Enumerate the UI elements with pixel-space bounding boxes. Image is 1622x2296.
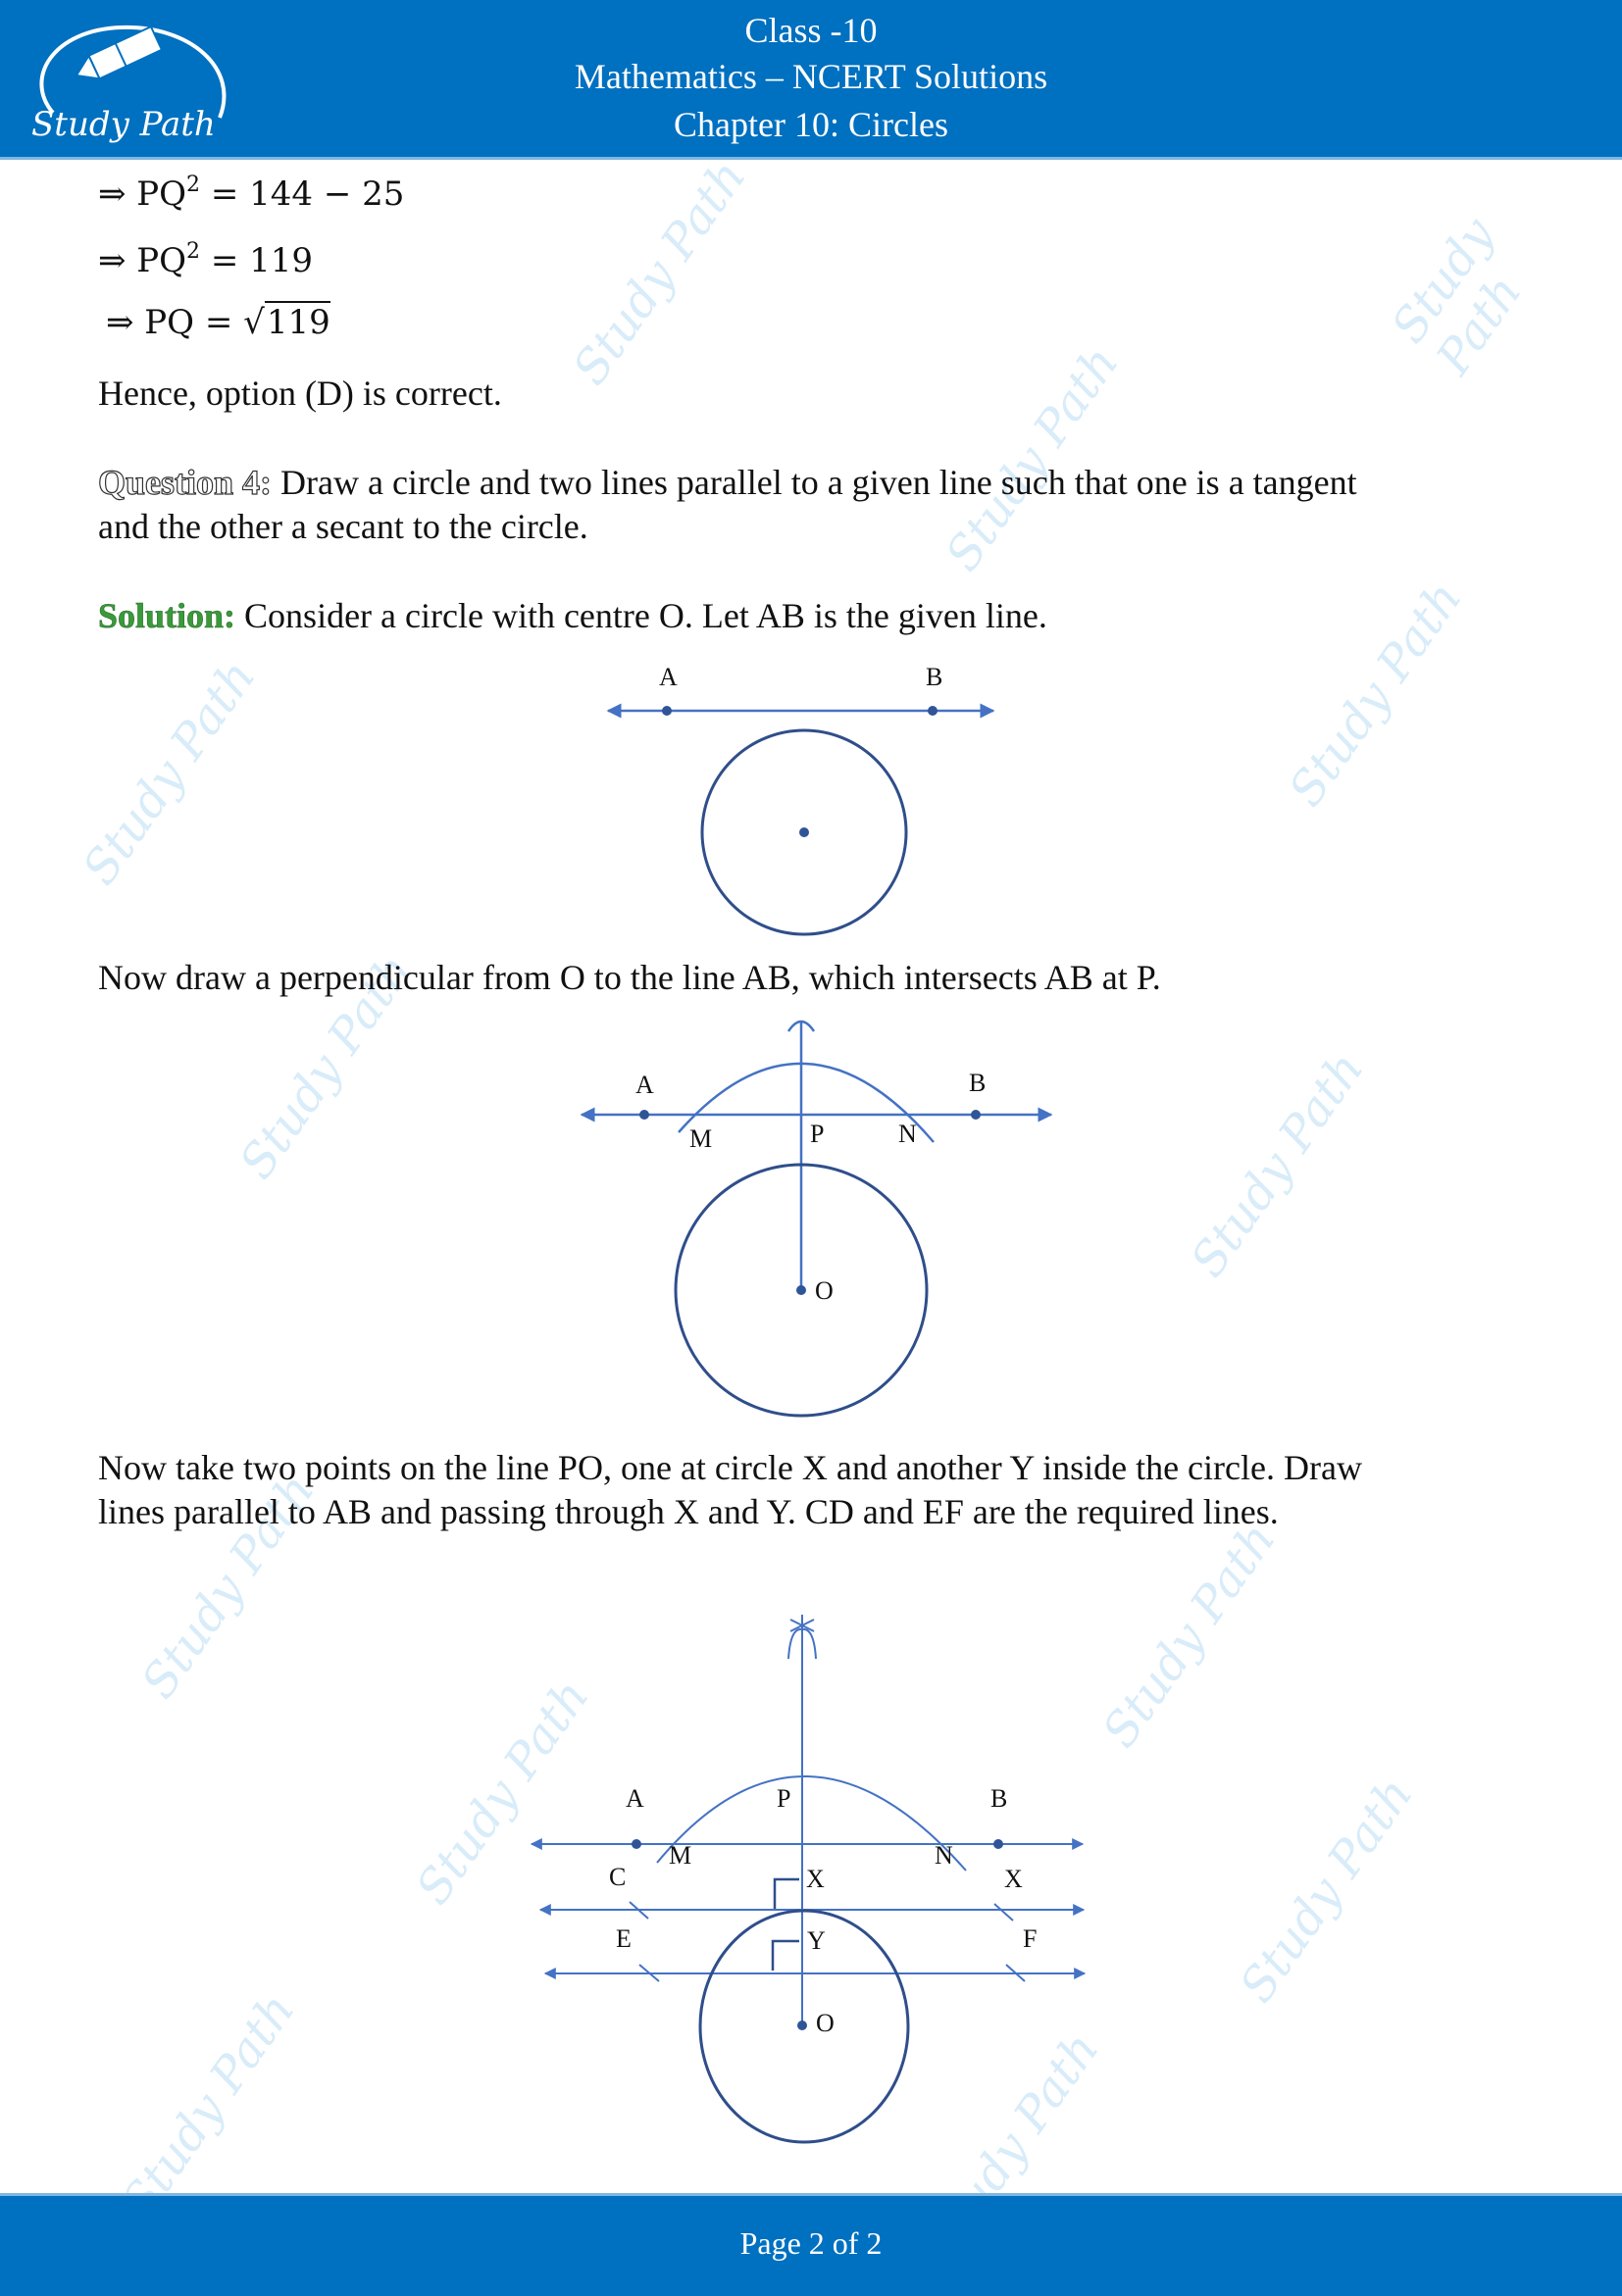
- page-footer: Page 2 of 2: [0, 2193, 1622, 2296]
- construction-arc-right: [801, 1627, 817, 1660]
- centre-point-o: [797, 2021, 807, 2030]
- label-o: O: [816, 2009, 835, 2037]
- label-c: C: [609, 1863, 626, 1891]
- construction-arc-left: [787, 1627, 803, 1660]
- page-number: Page 2 of 2: [739, 2225, 883, 2261]
- label-n: N: [935, 1841, 953, 1870]
- label-m: M: [669, 1841, 691, 1870]
- construction-diagrams: A B A B M P N O A P B M N C X X E Y F O: [530, 663, 1087, 2144]
- point-a: [632, 1839, 641, 1849]
- label-b: B: [969, 1069, 986, 1097]
- label-x-right: X: [1004, 1865, 1023, 1893]
- diagram-3: A P B M N C X X E Y F O: [530, 1615, 1087, 2144]
- centre-point: [799, 827, 809, 837]
- label-a: A: [626, 1784, 644, 1813]
- label-b: B: [990, 1784, 1007, 1813]
- label-y: Y: [807, 1926, 826, 1955]
- label-b: B: [926, 663, 942, 691]
- point-a: [639, 1110, 649, 1120]
- label-p: P: [810, 1120, 824, 1148]
- right-angle-x: [773, 1877, 799, 1909]
- label-m: M: [689, 1124, 712, 1153]
- right-angle-y: [771, 1939, 799, 1971]
- label-o: O: [815, 1276, 834, 1305]
- label-x: X: [806, 1865, 825, 1893]
- label-p: P: [777, 1784, 790, 1813]
- diagram-2: A B M P N O: [580, 1020, 1053, 1418]
- label-a: A: [659, 663, 678, 691]
- label-n: N: [898, 1120, 917, 1148]
- point-b: [928, 706, 938, 716]
- point-b: [971, 1110, 981, 1120]
- label-e: E: [616, 1924, 632, 1953]
- diagram-1: A B: [606, 663, 995, 936]
- centre-point-o: [796, 1285, 806, 1295]
- point-a: [662, 706, 672, 716]
- point-b: [993, 1839, 1003, 1849]
- arc-mn: [656, 1775, 967, 1872]
- arc-mn: [678, 1062, 935, 1143]
- label-f: F: [1023, 1924, 1037, 1953]
- label-a: A: [635, 1071, 654, 1099]
